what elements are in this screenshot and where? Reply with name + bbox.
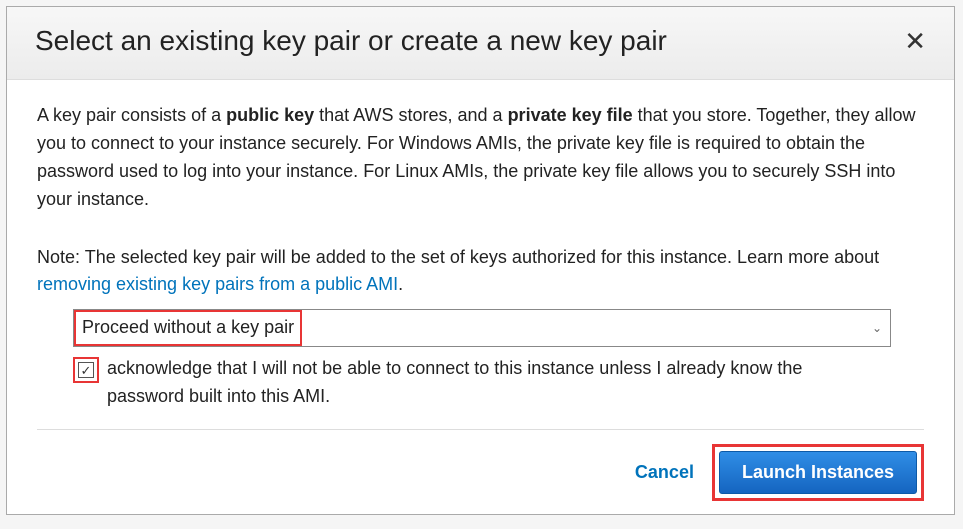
launch-button-highlight: Launch Instances <box>712 444 924 501</box>
close-icon[interactable]: ✕ <box>904 28 926 54</box>
cancel-button[interactable]: Cancel <box>635 462 694 483</box>
dialog-header: Select an existing key pair or create a … <box>7 7 954 80</box>
acknowledge-row: ✓ acknowledge that I will not be able to… <box>73 355 924 411</box>
key-pair-select[interactable]: Proceed without a key pair ⌄ <box>73 309 891 347</box>
launch-instances-button[interactable]: Launch Instances <box>719 451 917 494</box>
dialog-body: A key pair consists of a public key that… <box>7 80 954 411</box>
chevron-down-icon: ⌄ <box>872 319 882 338</box>
desc-c: that AWS stores, and a <box>314 105 507 125</box>
acknowledge-checkbox[interactable]: ✓ <box>78 362 94 378</box>
desc-public-key: public key <box>226 105 314 125</box>
acknowledge-checkbox-highlight: ✓ <box>73 357 99 383</box>
dialog-title: Select an existing key pair or create a … <box>35 25 667 57</box>
key-pair-dialog: Select an existing key pair or create a … <box>6 6 955 515</box>
desc-a: A key pair consists of a <box>37 105 226 125</box>
key-pair-select-value: Proceed without a key pair <box>82 317 294 337</box>
note-text: Note: The selected key pair will be adde… <box>37 244 924 300</box>
select-value-highlight: Proceed without a key pair <box>74 310 302 346</box>
note-prefix: Note: The selected key pair will be adde… <box>37 247 879 267</box>
acknowledge-text: acknowledge that I will not be able to c… <box>107 355 867 411</box>
remove-key-pairs-link[interactable]: removing existing key pairs from a publi… <box>37 274 398 294</box>
desc-private-key: private key file <box>508 105 633 125</box>
description-text: A key pair consists of a public key that… <box>37 102 924 214</box>
key-pair-select-wrap: Proceed without a key pair ⌄ <box>73 309 924 347</box>
dialog-footer: Cancel Launch Instances <box>37 429 924 519</box>
note-suffix: . <box>398 274 403 294</box>
